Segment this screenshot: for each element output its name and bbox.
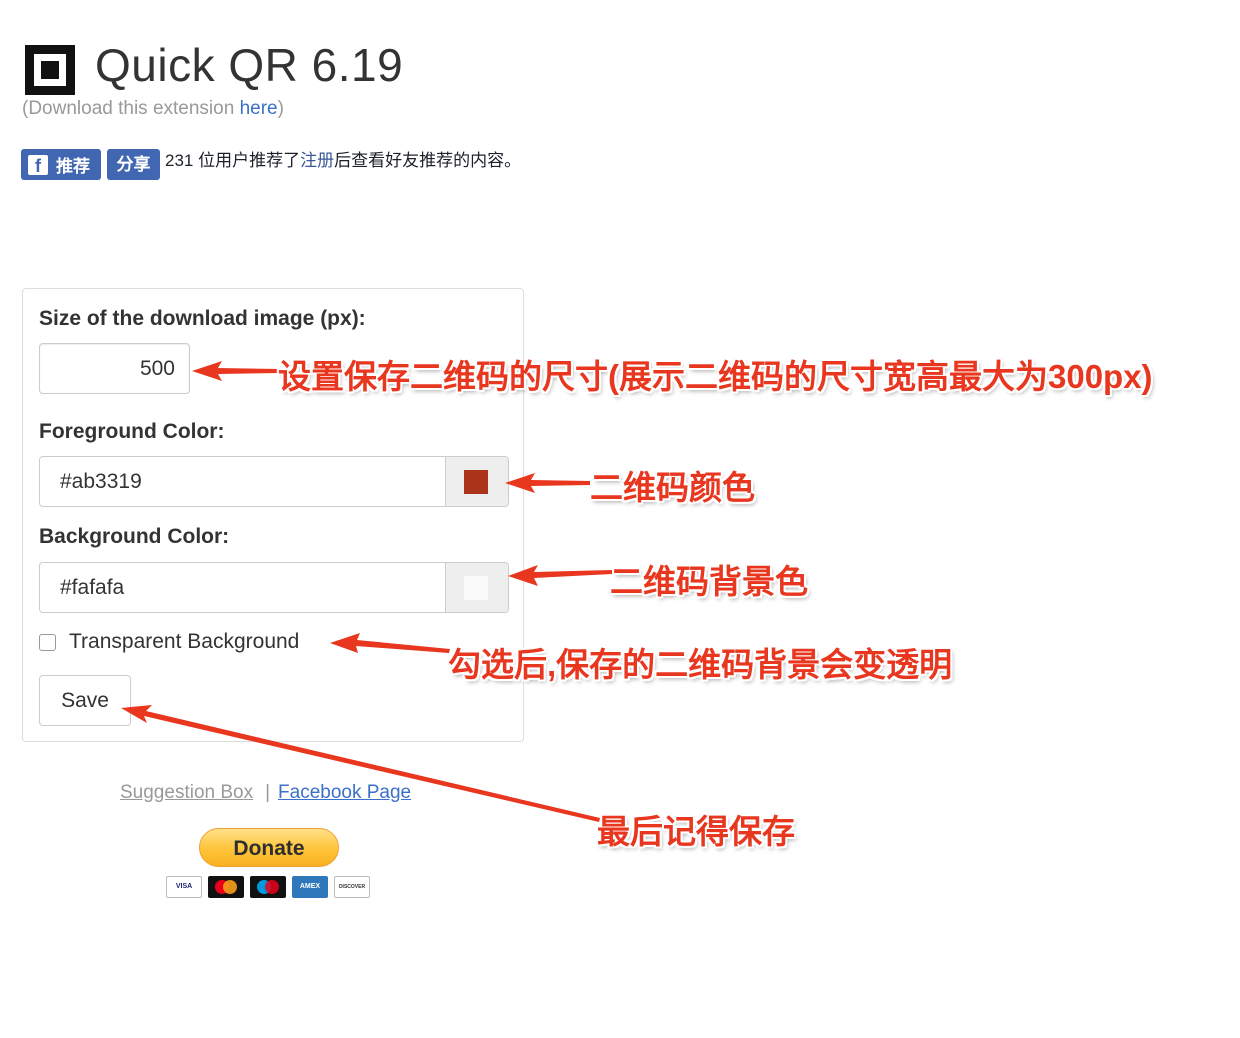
annotation-transparent: 勾选后,保存的二维码背景会变透明 (448, 646, 953, 683)
background-arrow (508, 565, 612, 586)
annotation-foreground: 二维码颜色 (590, 469, 755, 506)
size-arrow (192, 361, 280, 381)
annotation-save: 最后记得保存 (597, 813, 795, 850)
transparent-arrow (330, 633, 450, 653)
foreground-arrow (505, 473, 590, 493)
annotation-background: 二维码背景色 (610, 563, 808, 600)
annotation-arrows (121, 361, 612, 822)
save-arrow (121, 705, 600, 822)
options-page: Quick QR 6.19 (Download this extension h… (0, 0, 1240, 1038)
annotation-size: 设置保存二维码的尺寸(展示二维码的尺寸宽高最大为300px) (278, 358, 1153, 395)
